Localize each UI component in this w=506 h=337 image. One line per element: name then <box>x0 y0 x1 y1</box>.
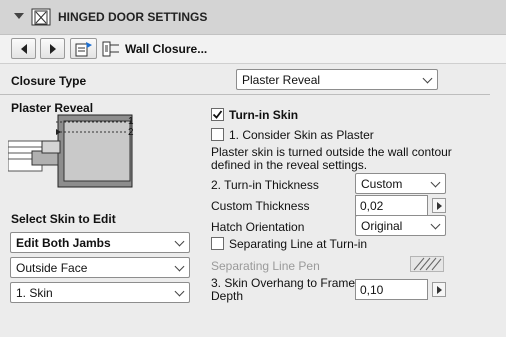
custom-thickness-field[interactable]: 0,02 <box>355 195 428 216</box>
divider <box>0 94 490 95</box>
chevron-down-icon <box>174 261 185 272</box>
dimension-marker-1: 1 <box>128 116 134 127</box>
skin-overhang-label-line1: 3. Skin Overhang to Frame <box>211 276 356 290</box>
separating-line-label: Separating Line at Turn-in <box>229 237 368 251</box>
page-menu-button[interactable] <box>70 38 97 59</box>
custom-thickness-label: Custom Thickness <box>211 199 310 213</box>
turn-in-thickness-label: 2. Turn-in Thickness <box>211 178 319 192</box>
next-page-button[interactable] <box>40 38 65 59</box>
wall-closure-icon <box>102 40 120 58</box>
panel-title: HINGED DOOR SETTINGS <box>58 10 208 24</box>
consider-plaster-label: 1. Consider Skin as Plaster <box>229 128 374 142</box>
skin-overhang-arrow-button[interactable] <box>432 282 446 297</box>
hatch-orientation-label: Hatch Orientation <box>211 220 305 234</box>
skin-select[interactable]: 1. Skin <box>10 282 190 303</box>
closure-type-value: Plaster Reveal <box>242 73 321 87</box>
jambs-value: Edit Both Jambs <box>16 236 111 250</box>
plaster-info-line2: defined in the reveal settings. <box>211 158 368 172</box>
previous-page-button[interactable] <box>11 38 36 59</box>
section-label: Wall Closure... <box>125 42 208 56</box>
skin-value: 1. Skin <box>16 286 53 300</box>
closure-type-select[interactable]: Plaster Reveal <box>236 69 438 90</box>
right-arrow-icon <box>436 201 442 210</box>
face-value: Outside Face <box>16 261 88 275</box>
turn-in-thickness-select[interactable]: Custom <box>355 173 446 194</box>
select-skin-label: Select Skin to Edit <box>11 212 116 226</box>
right-arrow-icon <box>436 285 442 294</box>
custom-thickness-arrow-button[interactable] <box>432 198 446 213</box>
turn-in-thickness-value: Custom <box>361 177 403 191</box>
custom-thickness-value: 0,02 <box>360 199 384 213</box>
separating-line-checkbox[interactable] <box>211 237 224 250</box>
chevron-down-icon <box>422 73 433 84</box>
turn-in-skin-checkbox[interactable] <box>211 108 224 121</box>
left-arrow-icon <box>20 43 27 54</box>
jambs-select[interactable]: Edit Both Jambs <box>10 232 190 253</box>
consider-plaster-checkbox[interactable] <box>211 128 224 141</box>
face-select[interactable]: Outside Face <box>10 257 190 278</box>
reveal-preview-diagram <box>7 113 140 189</box>
skin-overhang-value: 0,10 <box>360 283 384 297</box>
page-list-icon <box>75 41 92 56</box>
door-settings-icon <box>31 8 51 26</box>
checkmark-icon <box>212 110 223 119</box>
pen-pattern-icon <box>410 256 444 272</box>
separating-line-pen-label: Separating Line Pen <box>211 259 320 273</box>
chevron-down-icon <box>174 286 185 297</box>
collapse-triangle-icon[interactable] <box>14 13 24 19</box>
dimension-marker-2: 2 <box>128 127 134 138</box>
skin-overhang-field[interactable]: 0,10 <box>355 279 428 300</box>
chevron-down-icon <box>174 236 185 247</box>
closure-type-label: Closure Type <box>11 74 87 88</box>
plaster-info-line1: Plaster skin is turned outside the wall … <box>211 145 452 159</box>
chevron-down-icon <box>430 219 441 230</box>
turn-in-skin-label: Turn-in Skin <box>229 108 299 122</box>
chevron-down-icon <box>430 177 441 188</box>
hatch-orientation-value: Original <box>361 219 403 233</box>
pen-swatch[interactable] <box>410 256 444 272</box>
skin-overhang-label-line2: Depth <box>211 289 244 303</box>
hatch-orientation-select[interactable]: Original <box>355 215 446 236</box>
right-arrow-icon <box>49 43 56 54</box>
